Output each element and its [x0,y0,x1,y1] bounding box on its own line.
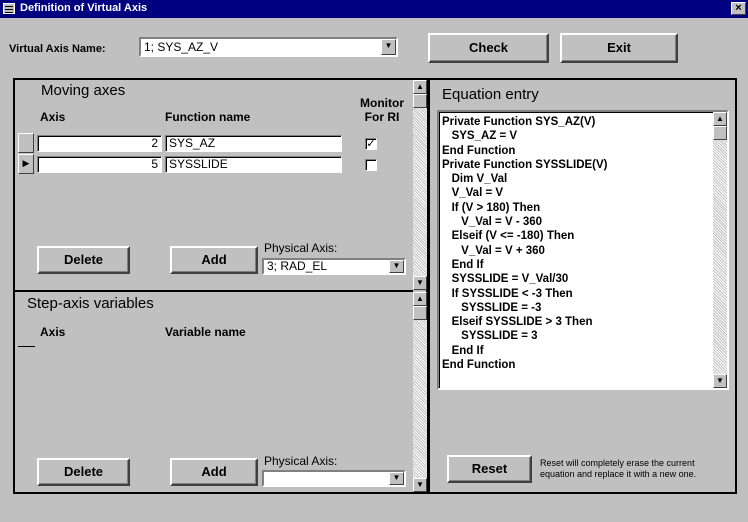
equation-editor[interactable]: Private Function SYS_AZ(V) SYS_AZ = V End… [437,110,729,390]
record-selector[interactable] [18,346,35,347]
record-selector[interactable] [18,133,34,153]
moving-axes-physical-axis-value: 3; RAD_EL [267,259,328,273]
function-name-field[interactable]: SYS_AZ [165,135,342,152]
monitor-header-line1: Monitor [360,96,404,110]
moving-axes-col-function: Function name [165,110,251,124]
step-axis-title: Step-axis variables [27,295,154,312]
equation-line: SYSSLIDE = -3 [442,301,542,314]
scroll-up-icon[interactable]: ▲ [713,112,727,126]
exit-button[interactable]: Exit [560,33,678,63]
step-axis-col-axis: Axis [40,325,66,339]
record-selector-arrow-icon: ▶ [22,158,30,168]
virtual-axis-name-combo[interactable]: 1; SYS_AZ_V ▼ [139,37,398,57]
step-axis-physical-axis-label: Physical Axis: [264,454,338,468]
monitor-header-line2: For RI [364,110,400,124]
equation-line: Elseif (V <= -180) Then [442,230,575,243]
reset-note-line2: equation and replace it with a new one. [540,469,697,479]
moving-axes-physical-axis-label: Physical Axis: [264,241,338,255]
equation-line: End Function [442,144,516,157]
equation-line: Dim V_Val [442,173,508,186]
virtual-axis-name-value: 1; SYS_AZ_V [144,40,219,54]
step-axis-add-button[interactable]: Add [170,458,258,486]
equation-line: Private Function SYSSLIDE(V) [442,158,608,171]
scrollbar-thumb[interactable] [413,94,427,108]
equation-line: SYSSLIDE = V_Val/30 [442,273,569,286]
close-button[interactable]: × [731,2,746,15]
scrollbar-thumb[interactable] [413,306,427,320]
step-axis-physical-axis-combo[interactable]: ▼ [262,470,406,487]
step-axis-scrollbar[interactable]: ▲ ▼ [413,292,427,492]
scroll-up-icon[interactable]: ▲ [413,80,427,94]
moving-axes-col-axis: Axis [40,110,66,124]
monitor-checkbox[interactable] [365,159,377,171]
equation-line: If SYSSLIDE < -3 Then [442,287,573,300]
title-bar: Definition of Virtual Axis × [0,0,748,18]
reset-button[interactable]: Reset [447,455,532,483]
axis-field[interactable]: 2 [37,135,162,152]
equation-line: Elseif SYSSLIDE > 3 Then [442,316,593,329]
window-menu-icon[interactable] [3,3,15,14]
equation-line: End If [442,258,484,271]
check-button[interactable]: Check [428,33,549,63]
scroll-down-icon[interactable]: ▼ [713,374,727,388]
equation-title: Equation entry [442,86,539,103]
moving-axes-scrollbar[interactable]: ▲ ▼ [413,80,427,290]
equation-text: Private Function SYS_AZ(V) SYS_AZ = V End… [442,115,608,372]
equation-line: End Function [442,359,516,372]
equation-line: Private Function SYS_AZ(V) [442,116,596,128]
dropdown-arrow-icon[interactable]: ▼ [389,472,404,485]
axis-field[interactable]: 5 [37,156,162,173]
moving-axes-add-button[interactable]: Add [170,246,258,274]
moving-axes-title: Moving axes [41,82,126,99]
equation-line: SYS_AZ = V [442,130,518,143]
record-selector[interactable]: ▶ [18,154,34,174]
moving-axes-physical-axis-combo[interactable]: 3; RAD_EL ▼ [262,258,406,275]
scroll-down-icon[interactable]: ▼ [413,276,427,290]
equation-line: V_Val = V - 360 [442,216,543,229]
reset-note: Reset will completely erase the current … [540,458,696,480]
dropdown-arrow-icon[interactable]: ▼ [381,39,396,55]
scroll-up-icon[interactable]: ▲ [413,292,427,306]
equation-line: If (V > 180) Then [442,201,541,214]
virtual-axis-name-label: Virtual Axis Name: [9,43,106,55]
section-divider [15,290,413,292]
moving-axes-delete-button[interactable]: Delete [37,246,130,274]
monitor-checkbox[interactable]: ✓ [365,138,377,150]
check-mark-icon: ✓ [366,138,376,150]
reset-note-line1: Reset will completely erase the current [540,458,695,468]
step-axis-col-variable: Variable name [165,325,246,339]
moving-axes-col-monitor: Monitor For RI [352,96,412,124]
equation-scrollbar[interactable]: ▲ ▼ [713,112,727,388]
scroll-down-icon[interactable]: ▼ [413,478,427,492]
function-name-field[interactable]: SYSSLIDE [165,156,342,173]
scrollbar-thumb[interactable] [713,126,727,140]
equation-line: V_Val = V [442,187,504,200]
equation-line: V_Val = V + 360 [442,244,545,257]
equation-line: SYSSLIDE = 3 [442,330,538,343]
dropdown-arrow-icon[interactable]: ▼ [389,260,404,273]
window-title: Definition of Virtual Axis [20,2,148,14]
equation-line: End If [442,344,484,357]
step-axis-delete-button[interactable]: Delete [37,458,130,486]
